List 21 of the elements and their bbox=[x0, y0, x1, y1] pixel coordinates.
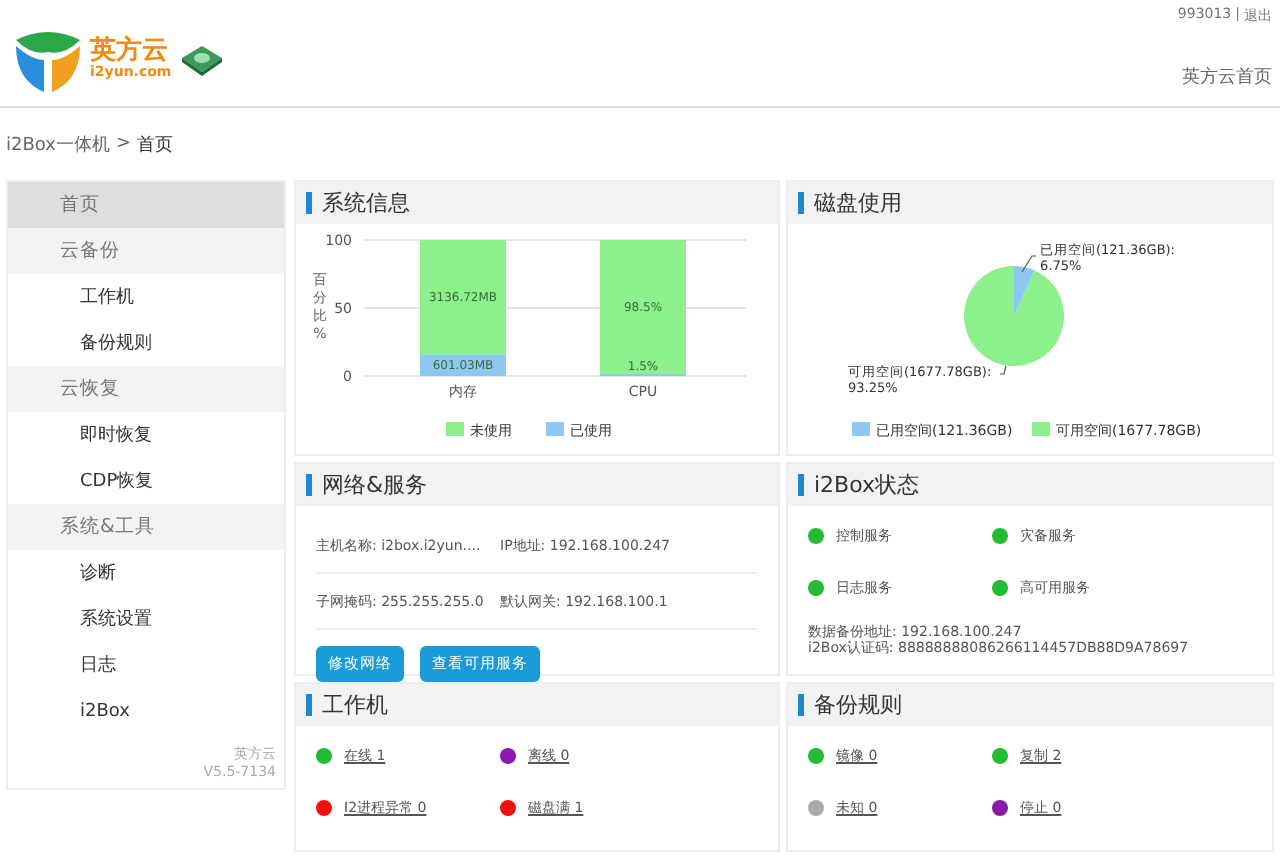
panel-title: 备份规则 bbox=[814, 690, 902, 720]
breadcrumb-current: 首页 bbox=[137, 133, 174, 157]
device-icon bbox=[177, 41, 226, 77]
panel-title: i2Box状态 bbox=[814, 470, 920, 500]
breadcrumb-link[interactable]: i2Box一体机 bbox=[6, 131, 110, 157]
legend-swatch bbox=[1032, 422, 1050, 436]
panel-title: 工作机 bbox=[322, 690, 388, 720]
panel-title: 网络&服务 bbox=[322, 470, 428, 500]
home-link[interactable]: 英方云首页 bbox=[1182, 64, 1272, 90]
breadcrumb-separator: > bbox=[115, 134, 132, 154]
legend-swatch bbox=[546, 422, 564, 436]
legend-swatch bbox=[446, 422, 464, 436]
sidebar-item[interactable]: 云恢复 bbox=[8, 366, 284, 412]
leader-line bbox=[999, 365, 1007, 375]
sidebar-item[interactable]: 云备份 bbox=[8, 228, 284, 274]
logo-name: 英方云 bbox=[90, 37, 170, 65]
legend-swatch bbox=[852, 422, 870, 436]
panel-title: 系统信息 bbox=[322, 188, 410, 218]
panel-title: 磁盘使用 bbox=[814, 188, 902, 218]
leader-line bbox=[1021, 255, 1037, 273]
sidebar-item[interactable]: 系统&工具 bbox=[8, 504, 284, 550]
